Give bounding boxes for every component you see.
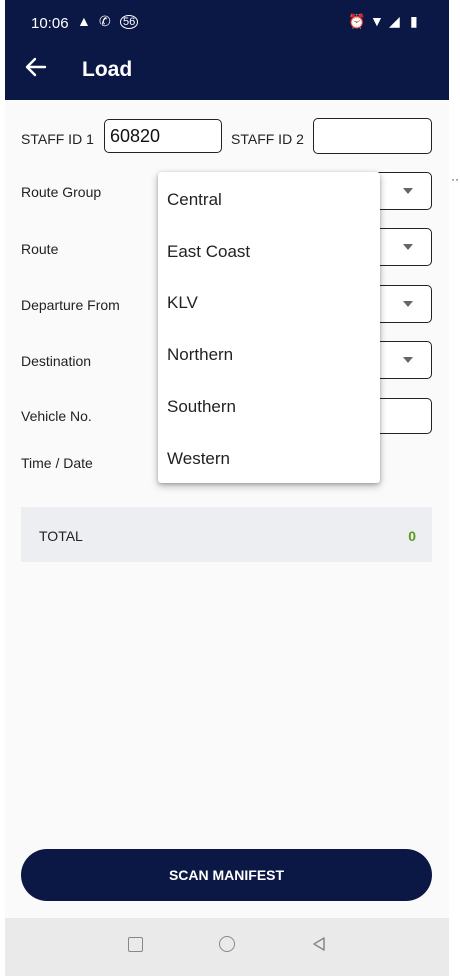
nav-back-icon[interactable] [311,936,327,952]
back-arrow-icon[interactable] [23,54,49,80]
wifi-icon: ▼ [370,13,384,29]
staff-id-1-label: STAFF ID 1 [21,131,94,147]
route-label: Route [21,241,59,257]
missed-call-icon: ✆ [99,13,111,29]
badge-icon: 56 [120,15,139,29]
route-group-label: Route Group [21,184,102,200]
page-title: Load [82,58,133,81]
dropdown-option-western[interactable]: Western [167,449,230,469]
status-bar: 10:06 ▲ ✆ 56 ⏰ ▼ ◢ ▮ [5,0,449,44]
time-date-label: Time / Date [21,455,93,471]
destination-label: Destination [21,353,92,369]
signal-icon: ◢ [389,13,400,29]
dropdown-option-southern[interactable]: Southern [167,397,236,417]
staff-id-1-field[interactable]: 60820 [104,119,222,153]
status-time: 10:06 [31,15,69,32]
vehicle-no-label: Vehicle No. [21,408,92,424]
battery-icon: ▮ [410,13,418,29]
phone-screen: 10:06 ▲ ✆ 56 ⏰ ▼ ◢ ▮ Load STAFF ID 1 608… [5,0,449,976]
dropdown-option-northern[interactable]: Northern [167,345,233,365]
dropdown-option-central[interactable]: Central [167,190,222,210]
staff-id-2-field[interactable] [313,118,432,154]
departure-from-label: Departure From [21,297,120,313]
alarm-icon: ⏰ [348,13,366,29]
staff-id-1-value: 60820 [110,126,161,146]
recent-apps-icon[interactable] [128,937,143,952]
staff-id-2-label: STAFF ID 2 [231,131,304,147]
dropdown-option-klv[interactable]: KLV [167,293,198,313]
chevron-down-icon [403,244,413,250]
chevron-down-icon [403,188,413,194]
top-bar: 10:06 ▲ ✆ 56 ⏰ ▼ ◢ ▮ Load [5,0,449,100]
route-group-dropdown-menu: Central East Coast KLV Northern Southern… [158,172,380,483]
chevron-down-icon [403,357,413,363]
system-nav-bar [5,918,449,976]
scan-manifest-button[interactable]: SCAN MANIFEST [21,849,432,901]
notification-icon: ▲ [77,13,91,29]
total-value: 0 [408,528,416,544]
overflow-dots: ·· [451,172,459,186]
chevron-down-icon [403,301,413,307]
total-summary: TOTAL 0 [21,507,432,562]
total-label: TOTAL [39,528,83,544]
home-icon[interactable] [219,936,235,952]
dropdown-option-east-coast[interactable]: East Coast [167,242,250,262]
